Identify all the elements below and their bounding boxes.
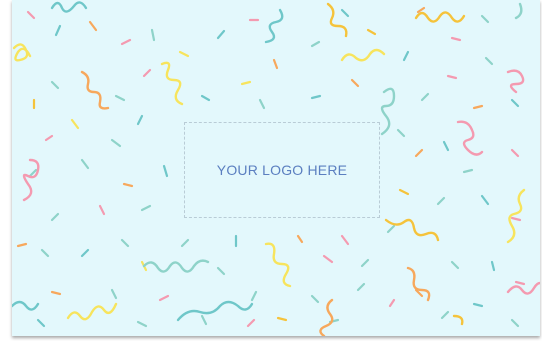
logo-placeholder[interactable]: YOUR LOGO HERE bbox=[184, 122, 380, 218]
canvas-stage: YOUR LOGO HERE bbox=[0, 0, 542, 341]
business-card[interactable]: YOUR LOGO HERE bbox=[12, 0, 540, 336]
logo-placeholder-text: YOUR LOGO HERE bbox=[216, 162, 348, 178]
